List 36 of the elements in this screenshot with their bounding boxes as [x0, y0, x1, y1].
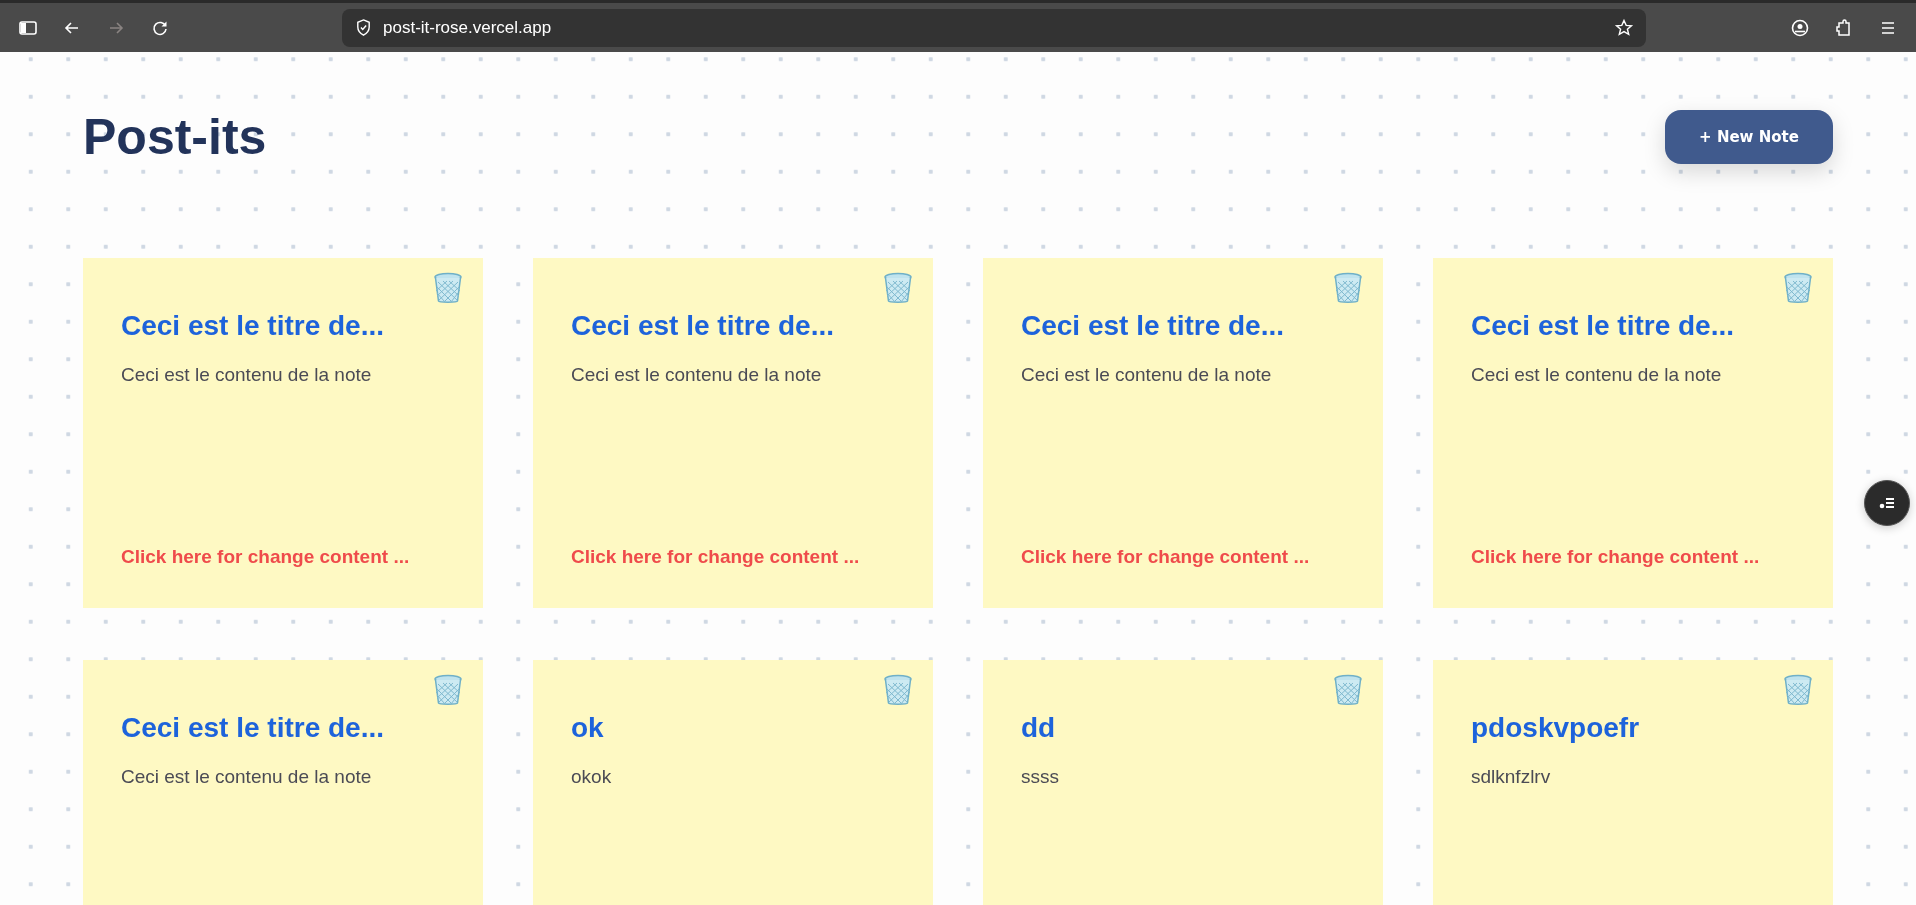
note-title: pdoskvpoefr — [1471, 712, 1641, 744]
wastebasket-icon[interactable] — [1333, 674, 1363, 706]
edit-content-link[interactable]: Click here for change content ... — [1471, 546, 1795, 568]
note-content: Ceci est le contenu de la note — [121, 766, 373, 788]
note-content: ssss — [1021, 766, 1060, 788]
note-title: Ceci est le titre de... — [1471, 310, 1735, 342]
wastebasket-icon[interactable] — [1333, 272, 1363, 304]
new-note-button[interactable]: + New Note — [1665, 110, 1833, 164]
wastebasket-icon[interactable] — [433, 674, 463, 706]
edit-content-link[interactable]: Click here for change content ... — [1021, 546, 1345, 568]
floating-action-button[interactable] — [1864, 480, 1910, 526]
wastebasket-icon[interactable] — [1783, 674, 1813, 706]
wastebasket-icon[interactable] — [433, 272, 463, 304]
note-title: Ceci est le titre de... — [121, 310, 385, 342]
note-title: Ceci est le titre de... — [571, 310, 835, 342]
note-content: okok — [571, 766, 613, 788]
shield-icon — [354, 18, 373, 37]
wastebasket-icon[interactable] — [883, 272, 913, 304]
wastebasket-icon[interactable] — [1783, 272, 1813, 304]
account-icon[interactable] — [1790, 17, 1810, 38]
wastebasket-icon[interactable] — [883, 674, 913, 706]
note-title: ok — [571, 712, 605, 744]
note-content: Ceci est le contenu de la note — [1471, 364, 1723, 386]
note-title: Ceci est le titre de... — [1021, 310, 1285, 342]
note-content: sdlknfzlrv — [1471, 766, 1552, 788]
note-title: dd — [1021, 712, 1057, 744]
page-title: Post-its — [83, 108, 267, 166]
note-title: Ceci est le titre de... — [121, 712, 385, 744]
note-content: Ceci est le contenu de la note — [1021, 364, 1273, 386]
edit-content-link[interactable]: Click here for change content ... — [571, 546, 895, 568]
star-icon[interactable] — [1614, 17, 1634, 38]
address-bar[interactable]: post-it-rose.vercel.app — [342, 8, 1646, 47]
edit-content-link[interactable]: Click here for change content ... — [121, 546, 445, 568]
url-text: post-it-rose.vercel.app — [383, 17, 553, 38]
note-content: Ceci est le contenu de la note — [121, 364, 373, 386]
note-content: Ceci est le contenu de la note — [571, 364, 823, 386]
